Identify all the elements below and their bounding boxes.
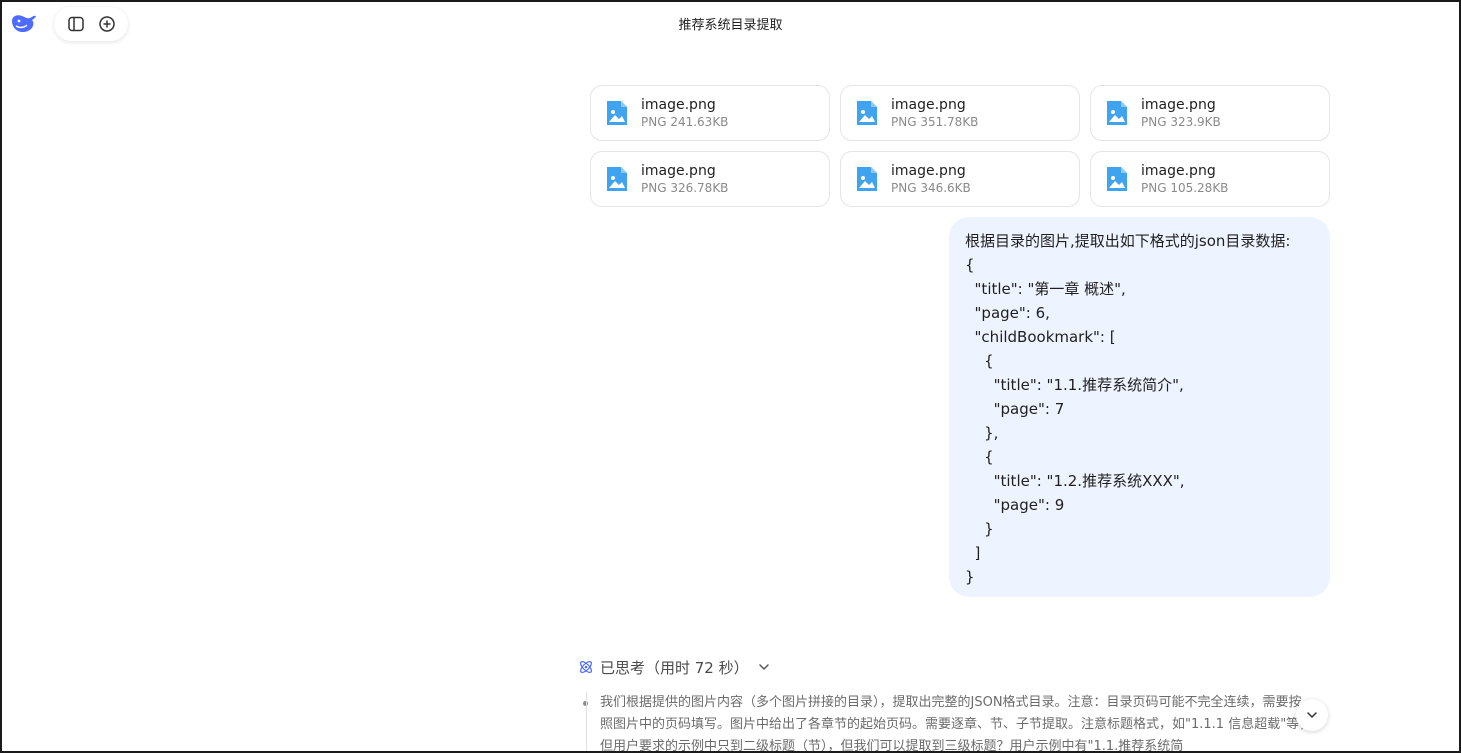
attachments-grid: image.png PNG 241.63KB image.png PNG 351.78… [590,85,1330,207]
scroll-to-bottom-button[interactable] [1296,699,1328,731]
thinking-text: 我们根据提供的图片内容（多个图片拼接的目录），提取出完整的JSON格式目录。注意… [586,692,1314,751]
chevron-down-icon [1307,712,1317,718]
chevron-down-icon [758,664,769,670]
attachment-card[interactable]: image.png PNG 105.28KB [1090,151,1330,207]
attachment-name: image.png [641,163,716,179]
attachment-card[interactable]: image.png PNG 346.6KB [840,151,1080,207]
attachment-info: image.png PNG 241.63KB [641,96,728,130]
image-file-icon [1107,101,1127,125]
thinking-toggle[interactable]: 已思考（用时 72 秒） [578,656,771,678]
atom-icon [580,661,592,673]
attachment-name: image.png [891,97,966,113]
thinking-label: 已思考（用时 72 秒） [600,658,749,677]
attachment-meta: PNG 326.78KB [641,181,729,195]
chat-title: 推荐系统目录提取 [678,18,783,33]
attachment-card[interactable]: image.png PNG 323.9KB [1090,85,1330,141]
user-message-bubble: 根据目录的图片,提取出如下格式的json目录数据: { "title": "第一… [949,217,1330,597]
attachment-meta: PNG 323.9KB [1141,115,1221,129]
attachment-name: image.png [891,163,966,179]
attachment-meta: PNG 351.78KB [891,115,979,129]
attachment-info: image.png PNG 105.28KB [1141,162,1228,196]
attachment-card[interactable]: image.png PNG 351.78KB [840,85,1080,141]
image-file-icon [857,101,877,125]
image-file-icon [1107,167,1127,191]
attachment-card[interactable]: image.png PNG 241.63KB [590,85,830,141]
image-file-icon [607,167,627,191]
attachment-name: image.png [1141,163,1216,179]
image-file-icon [607,101,627,125]
app-window: 推荐系统目录提取 image.png PNG 241.63KB image.png P… [0,0,1461,753]
attachment-info: image.png PNG 351.78KB [891,96,978,130]
attachment-meta: PNG 346.6KB [891,181,971,195]
attachment-name: image.png [641,97,716,113]
attachment-name: image.png [1141,97,1216,113]
attachment-info: image.png PNG 323.9KB [1141,96,1221,130]
attachment-meta: PNG 241.63KB [641,115,729,129]
attachment-card[interactable]: image.png PNG 326.78KB [590,151,830,207]
image-file-icon [857,167,877,191]
attachment-meta: PNG 105.28KB [1141,181,1229,195]
attachment-info: image.png PNG 326.78KB [641,162,728,196]
attachment-info: image.png PNG 346.6KB [891,162,971,196]
